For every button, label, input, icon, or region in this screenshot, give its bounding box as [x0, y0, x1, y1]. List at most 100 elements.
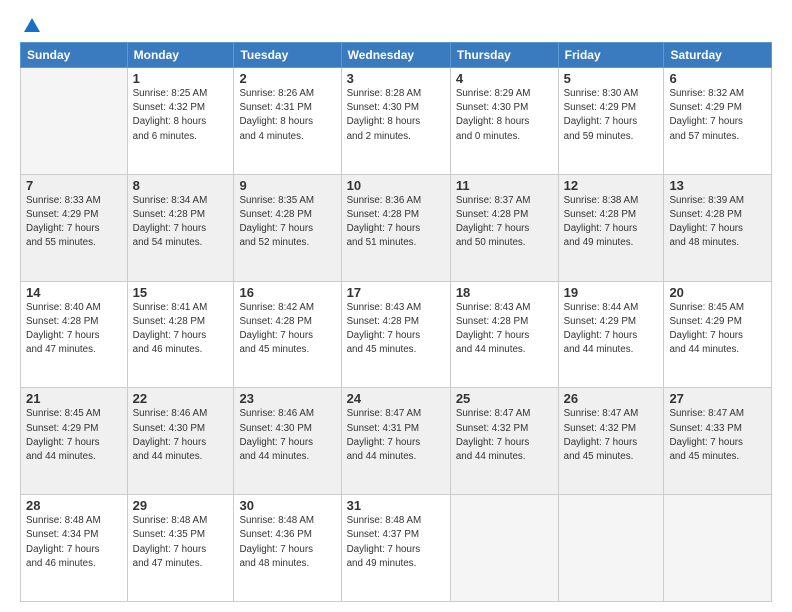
header — [20, 16, 772, 36]
calendar-cell: 10Sunrise: 8:36 AM Sunset: 4:28 PM Dayli… — [341, 174, 450, 281]
calendar-cell: 14Sunrise: 8:40 AM Sunset: 4:28 PM Dayli… — [21, 281, 128, 388]
day-info: Sunrise: 8:47 AM Sunset: 4:31 PM Dayligh… — [347, 407, 445, 464]
calendar-cell: 8Sunrise: 8:34 AM Sunset: 4:28 PM Daylig… — [127, 174, 234, 281]
calendar-cell: 19Sunrise: 8:44 AM Sunset: 4:29 PM Dayli… — [558, 281, 664, 388]
day-info: Sunrise: 8:37 AM Sunset: 4:28 PM Dayligh… — [456, 194, 553, 251]
day-number: 22 — [133, 391, 229, 406]
day-info: Sunrise: 8:26 AM Sunset: 4:31 PM Dayligh… — [239, 87, 335, 144]
day-number: 6 — [669, 71, 766, 86]
calendar-cell — [664, 495, 772, 602]
day-number: 10 — [347, 178, 445, 193]
calendar-week-row: 7Sunrise: 8:33 AM Sunset: 4:29 PM Daylig… — [21, 174, 772, 281]
day-number: 26 — [564, 391, 659, 406]
calendar-cell — [558, 495, 664, 602]
day-number: 27 — [669, 391, 766, 406]
day-info: Sunrise: 8:29 AM Sunset: 4:30 PM Dayligh… — [456, 87, 553, 144]
calendar-cell: 24Sunrise: 8:47 AM Sunset: 4:31 PM Dayli… — [341, 388, 450, 495]
calendar-table: SundayMondayTuesdayWednesdayThursdayFrid… — [20, 42, 772, 602]
day-number: 29 — [133, 498, 229, 513]
calendar-cell: 4Sunrise: 8:29 AM Sunset: 4:30 PM Daylig… — [450, 68, 558, 175]
day-number: 17 — [347, 285, 445, 300]
calendar-day-header: Tuesday — [234, 43, 341, 68]
calendar-cell: 29Sunrise: 8:48 AM Sunset: 4:35 PM Dayli… — [127, 495, 234, 602]
day-number: 24 — [347, 391, 445, 406]
day-info: Sunrise: 8:43 AM Sunset: 4:28 PM Dayligh… — [456, 301, 553, 358]
day-info: Sunrise: 8:35 AM Sunset: 4:28 PM Dayligh… — [239, 194, 335, 251]
day-info: Sunrise: 8:39 AM Sunset: 4:28 PM Dayligh… — [669, 194, 766, 251]
day-number: 18 — [456, 285, 553, 300]
calendar-cell: 12Sunrise: 8:38 AM Sunset: 4:28 PM Dayli… — [558, 174, 664, 281]
day-info: Sunrise: 8:45 AM Sunset: 4:29 PM Dayligh… — [26, 407, 122, 464]
calendar-cell: 5Sunrise: 8:30 AM Sunset: 4:29 PM Daylig… — [558, 68, 664, 175]
calendar-cell — [450, 495, 558, 602]
day-number: 12 — [564, 178, 659, 193]
day-info: Sunrise: 8:32 AM Sunset: 4:29 PM Dayligh… — [669, 87, 766, 144]
calendar-cell: 27Sunrise: 8:47 AM Sunset: 4:33 PM Dayli… — [664, 388, 772, 495]
day-info: Sunrise: 8:46 AM Sunset: 4:30 PM Dayligh… — [239, 407, 335, 464]
day-info: Sunrise: 8:47 AM Sunset: 4:32 PM Dayligh… — [456, 407, 553, 464]
calendar-cell: 13Sunrise: 8:39 AM Sunset: 4:28 PM Dayli… — [664, 174, 772, 281]
day-info: Sunrise: 8:33 AM Sunset: 4:29 PM Dayligh… — [26, 194, 122, 251]
day-number: 13 — [669, 178, 766, 193]
day-number: 16 — [239, 285, 335, 300]
day-number: 4 — [456, 71, 553, 86]
calendar-week-row: 21Sunrise: 8:45 AM Sunset: 4:29 PM Dayli… — [21, 388, 772, 495]
day-info: Sunrise: 8:47 AM Sunset: 4:32 PM Dayligh… — [564, 407, 659, 464]
day-info: Sunrise: 8:43 AM Sunset: 4:28 PM Dayligh… — [347, 301, 445, 358]
logo — [20, 16, 42, 36]
calendar-week-row: 1Sunrise: 8:25 AM Sunset: 4:32 PM Daylig… — [21, 68, 772, 175]
day-info: Sunrise: 8:25 AM Sunset: 4:32 PM Dayligh… — [133, 87, 229, 144]
calendar-cell: 28Sunrise: 8:48 AM Sunset: 4:34 PM Dayli… — [21, 495, 128, 602]
calendar-cell: 2Sunrise: 8:26 AM Sunset: 4:31 PM Daylig… — [234, 68, 341, 175]
day-info: Sunrise: 8:44 AM Sunset: 4:29 PM Dayligh… — [564, 301, 659, 358]
day-number: 19 — [564, 285, 659, 300]
calendar-cell — [21, 68, 128, 175]
calendar-cell: 18Sunrise: 8:43 AM Sunset: 4:28 PM Dayli… — [450, 281, 558, 388]
day-number: 23 — [239, 391, 335, 406]
calendar-cell: 6Sunrise: 8:32 AM Sunset: 4:29 PM Daylig… — [664, 68, 772, 175]
day-number: 21 — [26, 391, 122, 406]
day-info: Sunrise: 8:45 AM Sunset: 4:29 PM Dayligh… — [669, 301, 766, 358]
day-number: 11 — [456, 178, 553, 193]
calendar-week-row: 14Sunrise: 8:40 AM Sunset: 4:28 PM Dayli… — [21, 281, 772, 388]
day-info: Sunrise: 8:47 AM Sunset: 4:33 PM Dayligh… — [669, 407, 766, 464]
calendar-cell: 25Sunrise: 8:47 AM Sunset: 4:32 PM Dayli… — [450, 388, 558, 495]
calendar-cell: 7Sunrise: 8:33 AM Sunset: 4:29 PM Daylig… — [21, 174, 128, 281]
day-info: Sunrise: 8:48 AM Sunset: 4:35 PM Dayligh… — [133, 514, 229, 571]
day-info: Sunrise: 8:40 AM Sunset: 4:28 PM Dayligh… — [26, 301, 122, 358]
calendar-cell: 15Sunrise: 8:41 AM Sunset: 4:28 PM Dayli… — [127, 281, 234, 388]
calendar-day-header: Thursday — [450, 43, 558, 68]
day-number: 30 — [239, 498, 335, 513]
day-info: Sunrise: 8:36 AM Sunset: 4:28 PM Dayligh… — [347, 194, 445, 251]
calendar-cell: 26Sunrise: 8:47 AM Sunset: 4:32 PM Dayli… — [558, 388, 664, 495]
calendar-day-header: Sunday — [21, 43, 128, 68]
day-number: 15 — [133, 285, 229, 300]
calendar-day-header: Saturday — [664, 43, 772, 68]
calendar-day-header: Monday — [127, 43, 234, 68]
day-info: Sunrise: 8:46 AM Sunset: 4:30 PM Dayligh… — [133, 407, 229, 464]
calendar-cell: 16Sunrise: 8:42 AM Sunset: 4:28 PM Dayli… — [234, 281, 341, 388]
calendar-day-header: Wednesday — [341, 43, 450, 68]
calendar-cell: 3Sunrise: 8:28 AM Sunset: 4:30 PM Daylig… — [341, 68, 450, 175]
day-number: 28 — [26, 498, 122, 513]
day-number: 3 — [347, 71, 445, 86]
day-number: 2 — [239, 71, 335, 86]
calendar-cell: 17Sunrise: 8:43 AM Sunset: 4:28 PM Dayli… — [341, 281, 450, 388]
day-number: 14 — [26, 285, 122, 300]
day-info: Sunrise: 8:48 AM Sunset: 4:36 PM Dayligh… — [239, 514, 335, 571]
day-info: Sunrise: 8:48 AM Sunset: 4:37 PM Dayligh… — [347, 514, 445, 571]
calendar-cell: 22Sunrise: 8:46 AM Sunset: 4:30 PM Dayli… — [127, 388, 234, 495]
day-info: Sunrise: 8:42 AM Sunset: 4:28 PM Dayligh… — [239, 301, 335, 358]
calendar-week-row: 28Sunrise: 8:48 AM Sunset: 4:34 PM Dayli… — [21, 495, 772, 602]
day-info: Sunrise: 8:30 AM Sunset: 4:29 PM Dayligh… — [564, 87, 659, 144]
day-info: Sunrise: 8:28 AM Sunset: 4:30 PM Dayligh… — [347, 87, 445, 144]
day-number: 9 — [239, 178, 335, 193]
calendar-cell: 31Sunrise: 8:48 AM Sunset: 4:37 PM Dayli… — [341, 495, 450, 602]
calendar-cell: 21Sunrise: 8:45 AM Sunset: 4:29 PM Dayli… — [21, 388, 128, 495]
calendar-cell: 30Sunrise: 8:48 AM Sunset: 4:36 PM Dayli… — [234, 495, 341, 602]
calendar-day-header: Friday — [558, 43, 664, 68]
calendar-cell: 23Sunrise: 8:46 AM Sunset: 4:30 PM Dayli… — [234, 388, 341, 495]
calendar-cell: 20Sunrise: 8:45 AM Sunset: 4:29 PM Dayli… — [664, 281, 772, 388]
day-info: Sunrise: 8:41 AM Sunset: 4:28 PM Dayligh… — [133, 301, 229, 358]
day-number: 7 — [26, 178, 122, 193]
